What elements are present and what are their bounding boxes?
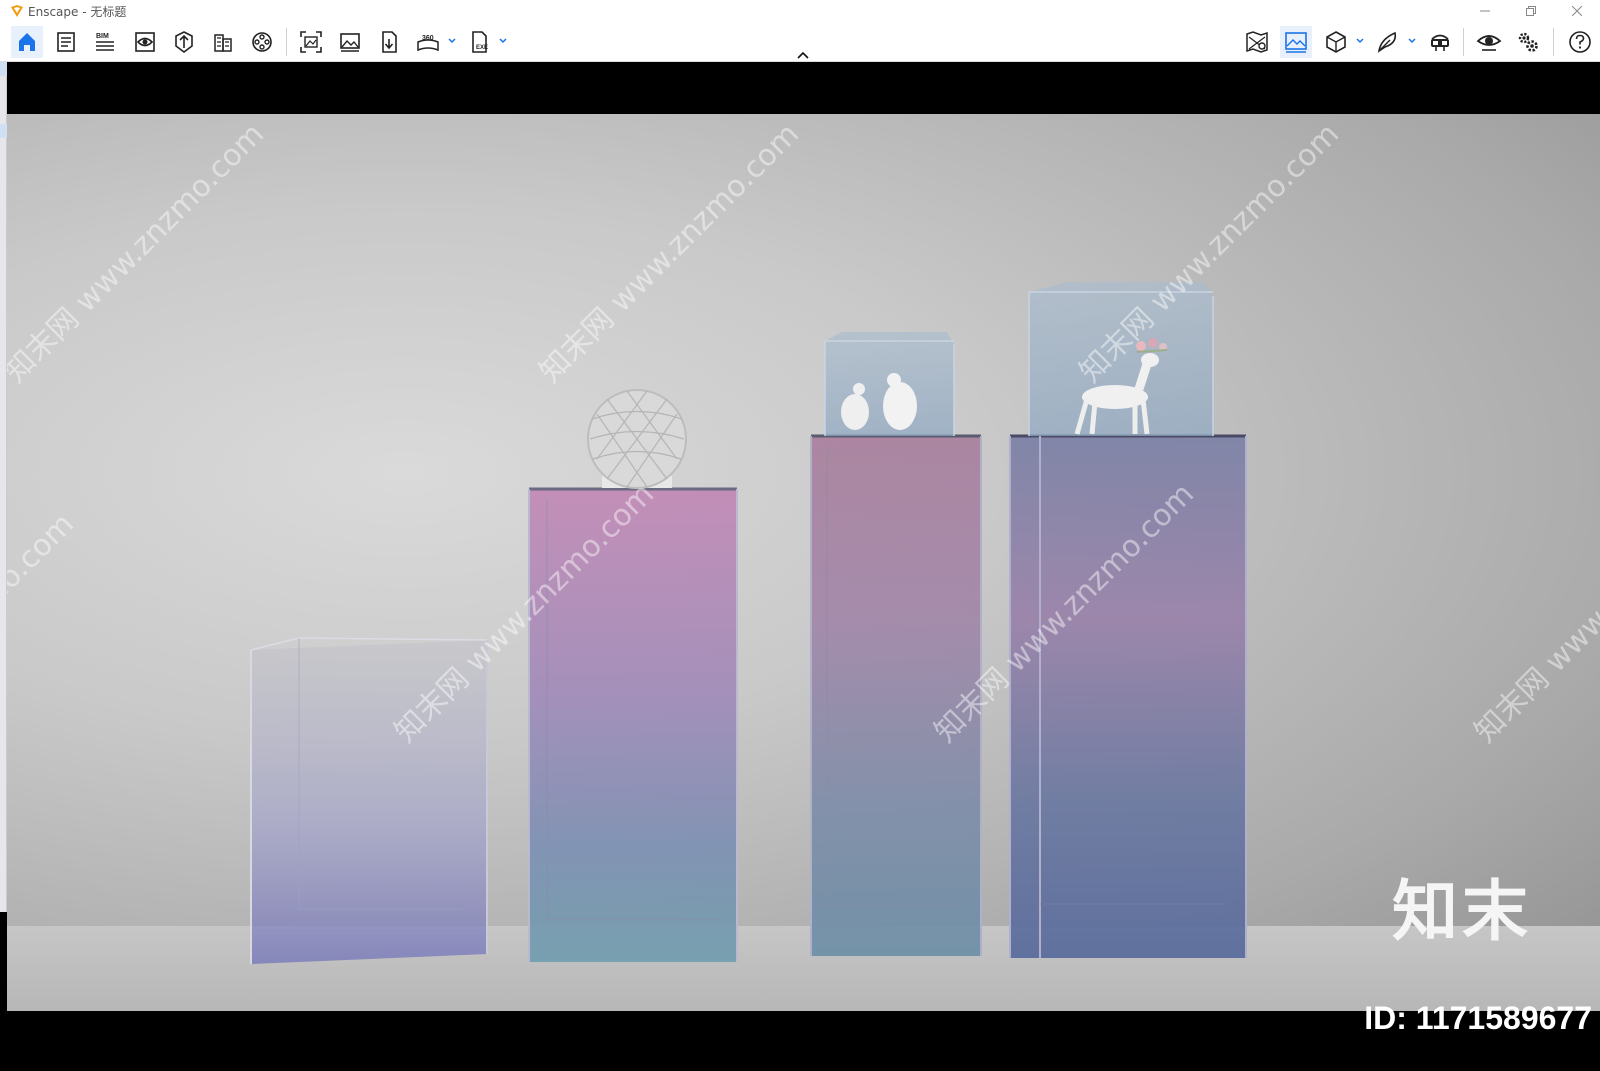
svg-text:BIM: BIM [96, 33, 109, 40]
exe-export-dropdown[interactable] [498, 36, 508, 46]
minimize-button[interactable] [1462, 0, 1508, 22]
watermark-text: 知末网 www.znzmo.com [7, 507, 81, 780]
cube-dropdown[interactable] [1355, 36, 1365, 46]
view-mode-button[interactable] [1473, 26, 1505, 58]
material-dropdown[interactable] [1407, 36, 1417, 46]
map-icon [1246, 31, 1268, 53]
building-button[interactable] [207, 26, 239, 58]
feather-icon [1377, 31, 1397, 53]
video-editor-button[interactable] [246, 26, 278, 58]
eye-icon [1476, 35, 1502, 51]
window-controls [1462, 0, 1600, 22]
left-edge-strip [0, 62, 7, 912]
help-button[interactable] [1564, 26, 1596, 58]
cube-icon [1326, 31, 1346, 53]
export-button[interactable] [373, 26, 405, 58]
left-strip-marker [0, 62, 7, 76]
chevron-down-icon [1408, 38, 1416, 44]
toolbar-separator [1463, 28, 1464, 56]
restore-button[interactable] [1508, 0, 1554, 22]
rendered-scene: 知末网 www.znzmo.com 知末网 www.znzmo.com 知末网 … [7, 114, 1600, 1011]
bim-button[interactable]: BIM [89, 26, 121, 58]
collapse-toolbar-chevron-icon[interactable] [795, 50, 811, 60]
title-bar: Enscape - 无标题 [0, 0, 1600, 22]
batch-render-button[interactable] [334, 26, 366, 58]
exe-export-icon: EXE [472, 31, 488, 53]
brand-watermark: 知末 [1392, 873, 1532, 950]
building-icon [214, 34, 232, 52]
toolbar-separator [286, 28, 287, 56]
enscape-window: Enscape - 无标题 BIM 360 EXE 知末网 www.znzmo.… [0, 0, 1600, 1071]
watermark-text: 知末网 www.znzmo.com [7, 117, 271, 390]
export-icon [382, 31, 397, 53]
image-icon [340, 33, 360, 52]
views-button[interactable] [129, 26, 161, 58]
toolbar-separator [1553, 28, 1554, 56]
chevron-down-icon [1356, 38, 1364, 44]
enscape-logo-icon [11, 5, 23, 17]
watermark-text: 知末网 www.znzmo.com [533, 117, 806, 390]
visual-settings-icon [1285, 32, 1307, 53]
minimize-icon [1480, 10, 1490, 12]
watermark-layer: 知末网 www.znzmo.com 知末网 www.znzmo.com 知末网 … [7, 117, 1600, 780]
svg-text:EXE: EXE [476, 45, 488, 51]
watermark-text: 知末网 www.znzmo.com [1468, 477, 1600, 750]
chevron-down-icon [448, 38, 456, 44]
home-icon [19, 33, 35, 51]
asset-library-icon [175, 31, 193, 53]
close-button[interactable] [1554, 0, 1600, 22]
reel-icon [252, 32, 272, 52]
window-title: Enscape - 无标题 [28, 4, 127, 19]
vr-headset-icon [1431, 34, 1449, 51]
restore-icon [1526, 6, 1536, 16]
screenshot-button[interactable] [295, 26, 327, 58]
map-button[interactable] [1241, 26, 1273, 58]
close-icon [1572, 6, 1582, 16]
exe-export-button[interactable]: EXE [464, 26, 496, 58]
home-button[interactable] [11, 26, 43, 58]
scene-render: 知末网 www.znzmo.com 知末网 www.znzmo.com 知末网 … [7, 117, 1600, 964]
vr-button[interactable] [1424, 26, 1456, 58]
glass-pedestal-birds [810, 332, 982, 956]
asset-library-button[interactable] [168, 26, 200, 58]
settings-doc-icon [57, 32, 75, 52]
asset-id-label: ID: 1171589677 [1364, 1000, 1592, 1036]
panorama-360-icon: 360 [417, 35, 439, 52]
cube-button[interactable] [1320, 26, 1352, 58]
general-settings-button[interactable] [1512, 26, 1544, 58]
render-viewport[interactable]: 知末网 www.znzmo.com 知末网 www.znzmo.com 知末网 … [7, 62, 1600, 1071]
views-icon [135, 32, 155, 52]
gears-icon [1518, 32, 1538, 52]
settings-doc-button[interactable] [50, 26, 82, 58]
left-strip-marker [0, 124, 7, 138]
help-icon [1569, 31, 1591, 53]
screenshot-icon [300, 31, 322, 53]
main-toolbar: BIM 360 EXE [0, 22, 1600, 62]
visual-settings-button[interactable] [1280, 26, 1312, 58]
bim-icon: BIM [96, 33, 114, 51]
glass-pedestal-vase [528, 389, 738, 962]
panorama-button[interactable]: 360 [412, 26, 444, 58]
chevron-down-icon [499, 38, 507, 44]
panorama-dropdown[interactable] [447, 36, 457, 46]
material-button[interactable] [1372, 26, 1404, 58]
